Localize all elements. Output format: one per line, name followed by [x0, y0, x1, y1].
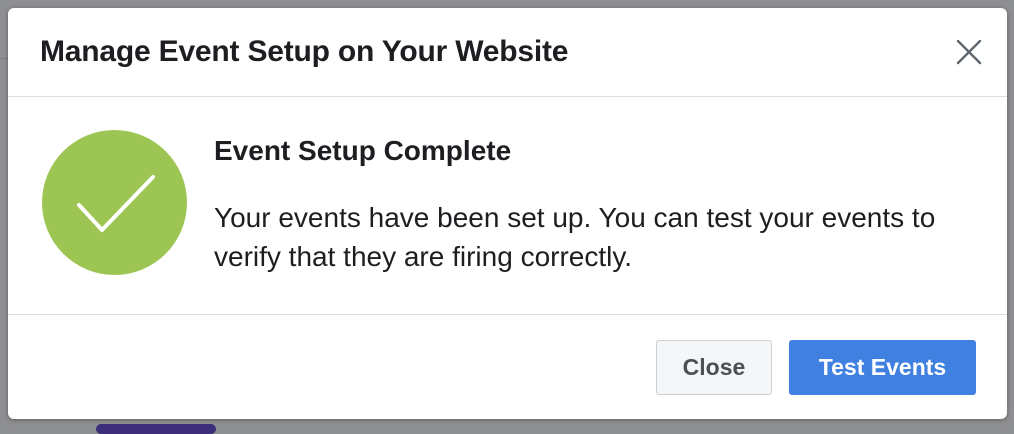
- dialog-title: Manage Event Setup on Your Website: [40, 35, 569, 68]
- close-icon[interactable]: [953, 36, 985, 68]
- event-setup-dialog: Manage Event Setup on Your Website Event…: [8, 8, 1007, 419]
- setup-complete-message: Your events have been set up. You can te…: [214, 202, 936, 272]
- dialog-footer: Close Test Events: [8, 315, 1007, 419]
- checkmark-circle-icon: [42, 130, 187, 275]
- close-button[interactable]: Close: [656, 340, 772, 395]
- dialog-header: Manage Event Setup on Your Website: [8, 8, 1007, 97]
- backdrop-accent: [96, 424, 216, 434]
- dialog-body: Event Setup Complete Your events have be…: [8, 97, 1007, 315]
- backdrop-divider: [0, 58, 8, 59]
- setup-complete-heading: Event Setup Complete: [214, 135, 512, 166]
- test-events-button[interactable]: Test Events: [789, 340, 976, 395]
